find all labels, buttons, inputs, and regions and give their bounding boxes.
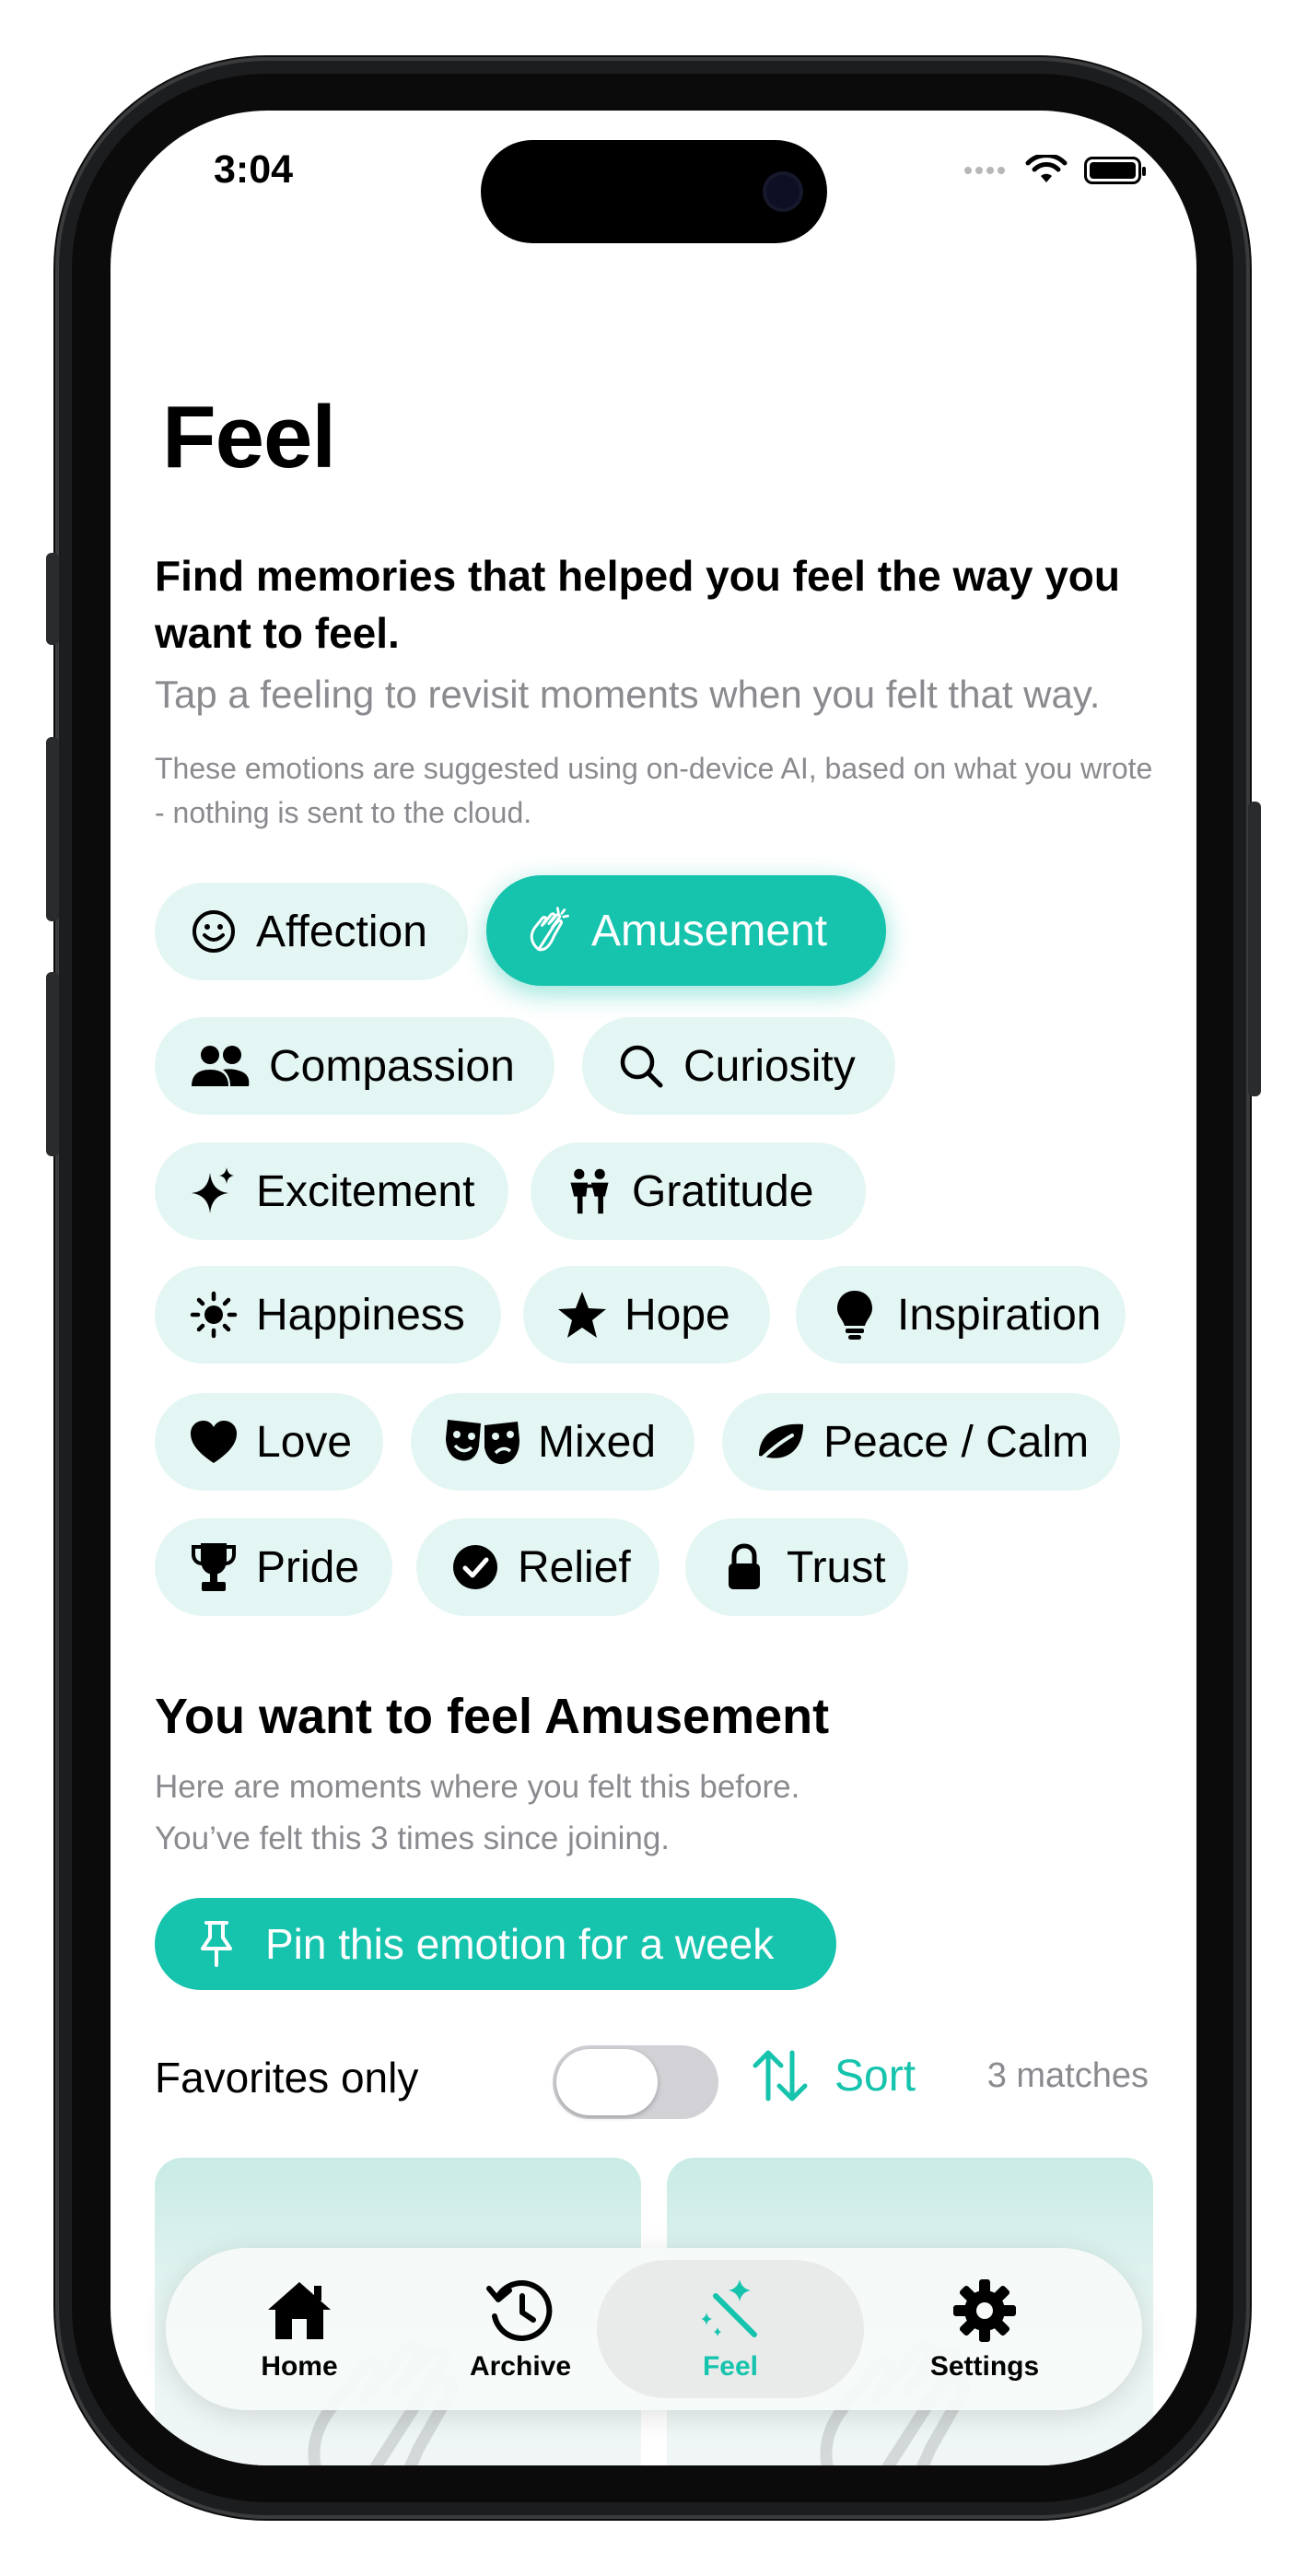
tab-label: Settings	[929, 2351, 1040, 2382]
emotion-chip-hope[interactable]: Hope	[523, 1266, 770, 1364]
tab-feel[interactable]: Feel	[597, 2260, 864, 2398]
heart-icon	[188, 1416, 239, 1468]
camera-icon	[766, 175, 799, 208]
sort-label: Sort	[834, 2051, 916, 2101]
lightbulb-icon	[829, 1289, 881, 1341]
magic-wand-icon	[695, 2276, 765, 2346]
selection-title: You want to feel Amusement	[155, 1689, 830, 1744]
emotion-label: Relief	[518, 1542, 631, 1592]
trophy-icon	[188, 1541, 239, 1593]
pin-emotion-button[interactable]: Pin this emotion for a week	[155, 1898, 836, 1990]
emotion-label: Love	[256, 1417, 353, 1467]
page-title: Feel	[162, 388, 336, 486]
sort-arrows-icon	[748, 2043, 812, 2108]
pin-icon	[192, 1919, 241, 1969]
theater-masks-icon	[444, 1416, 521, 1468]
emotion-chip-trust[interactable]: Trust	[685, 1518, 908, 1616]
emotion-label: Mixed	[538, 1417, 657, 1467]
dynamic-island	[481, 140, 827, 243]
wifi-icon	[1025, 155, 1068, 182]
emotion-chip-relief[interactable]: Relief	[416, 1518, 659, 1616]
gear-icon	[950, 2276, 1020, 2346]
magnifier-icon	[615, 1040, 667, 1092]
toggle-knob	[556, 2049, 658, 2115]
emotion-label: Affection	[256, 907, 427, 956]
leaf-icon	[755, 1416, 807, 1468]
selection-line: Here are moments where you felt this bef…	[155, 1769, 800, 1805]
page-subtitle: Tap a feeling to revisit moments when yo…	[155, 673, 1101, 716]
emotion-label: Compassion	[269, 1041, 515, 1091]
lock-icon	[718, 1541, 770, 1593]
pin-button-label: Pin this emotion for a week	[265, 1920, 775, 1968]
emotion-chip-mixed[interactable]: Mixed	[411, 1393, 694, 1491]
sparkles-icon	[188, 1165, 239, 1217]
emotion-chip-inspiration[interactable]: Inspiration	[796, 1266, 1126, 1364]
tab-label: Archive	[469, 2351, 572, 2382]
selection-subtitle: Here are moments where you felt this bef…	[155, 1762, 799, 1865]
emotion-chip-gratitude[interactable]: Gratitude	[531, 1142, 866, 1240]
checkmark-circle-icon	[449, 1541, 501, 1593]
tab-home[interactable]: Home	[193, 2248, 405, 2410]
emotion-label: Pride	[256, 1542, 360, 1592]
emotion-label: Amusement	[591, 906, 828, 955]
tab-bar: Home Archive Feel Settings	[166, 2248, 1142, 2410]
emotion-chip-affection[interactable]: Affection	[155, 883, 468, 980]
selection-count-line: You’ve felt this 3 times since joining.	[155, 1821, 671, 1856]
clapping-hands-icon	[523, 905, 575, 956]
tab-archive[interactable]: Archive	[414, 2248, 626, 2410]
smile-icon	[188, 906, 239, 957]
ai-note: These emotions are suggested using on-de…	[155, 752, 1153, 829]
tab-settings[interactable]: Settings	[879, 2248, 1091, 2410]
volume-up-button	[46, 737, 59, 921]
cellular-signal-icon	[964, 162, 1009, 179]
emotion-chip-peace-calm[interactable]: Peace / Calm	[722, 1393, 1120, 1491]
favorites-label: Favorites only	[155, 2054, 419, 2102]
emotion-chip-excitement[interactable]: Excitement	[155, 1142, 508, 1240]
emotion-label: Trust	[787, 1542, 886, 1592]
emotion-label: Peace / Calm	[823, 1417, 1090, 1467]
sort-button[interactable]: Sort	[748, 2043, 916, 2108]
emotion-chip-compassion[interactable]: Compassion	[155, 1017, 554, 1115]
status-time: 3:04	[214, 147, 294, 192]
people-icon	[188, 1040, 252, 1092]
emotion-chip-curiosity[interactable]: Curiosity	[582, 1017, 895, 1115]
tab-label: Feel	[702, 2351, 759, 2382]
page-heading: Find memories that helped you feel the w…	[155, 552, 1120, 657]
sun-icon	[188, 1289, 239, 1341]
favorites-toggle[interactable]	[553, 2045, 718, 2119]
emotion-label: Excitement	[256, 1166, 475, 1216]
screen: 3:04 Feel Find memories that helped you …	[111, 111, 1196, 2465]
action-button	[46, 553, 59, 645]
star-icon	[556, 1289, 608, 1341]
emotion-label: Hope	[624, 1290, 730, 1340]
emotion-chip-love[interactable]: Love	[155, 1393, 383, 1491]
emotion-label: Gratitude	[632, 1166, 814, 1216]
emotion-label: Curiosity	[683, 1041, 856, 1091]
status-icons	[964, 155, 1146, 186]
two-people-icon	[564, 1165, 615, 1217]
emotion-chip-amusement[interactable]: Amusement	[486, 875, 886, 986]
emotion-label: Happiness	[256, 1290, 465, 1340]
house-icon	[264, 2276, 334, 2346]
battery-icon	[1084, 157, 1146, 184]
emotion-chip-happiness[interactable]: Happiness	[155, 1266, 501, 1364]
tab-label: Home	[261, 2351, 338, 2382]
emotion-chip-pride[interactable]: Pride	[155, 1518, 392, 1616]
history-icon	[485, 2276, 555, 2346]
volume-down-button	[46, 972, 59, 1156]
power-button	[1248, 802, 1261, 1096]
matches-count: 3 matches	[986, 2056, 1149, 2095]
emotion-label: Inspiration	[897, 1290, 1102, 1340]
